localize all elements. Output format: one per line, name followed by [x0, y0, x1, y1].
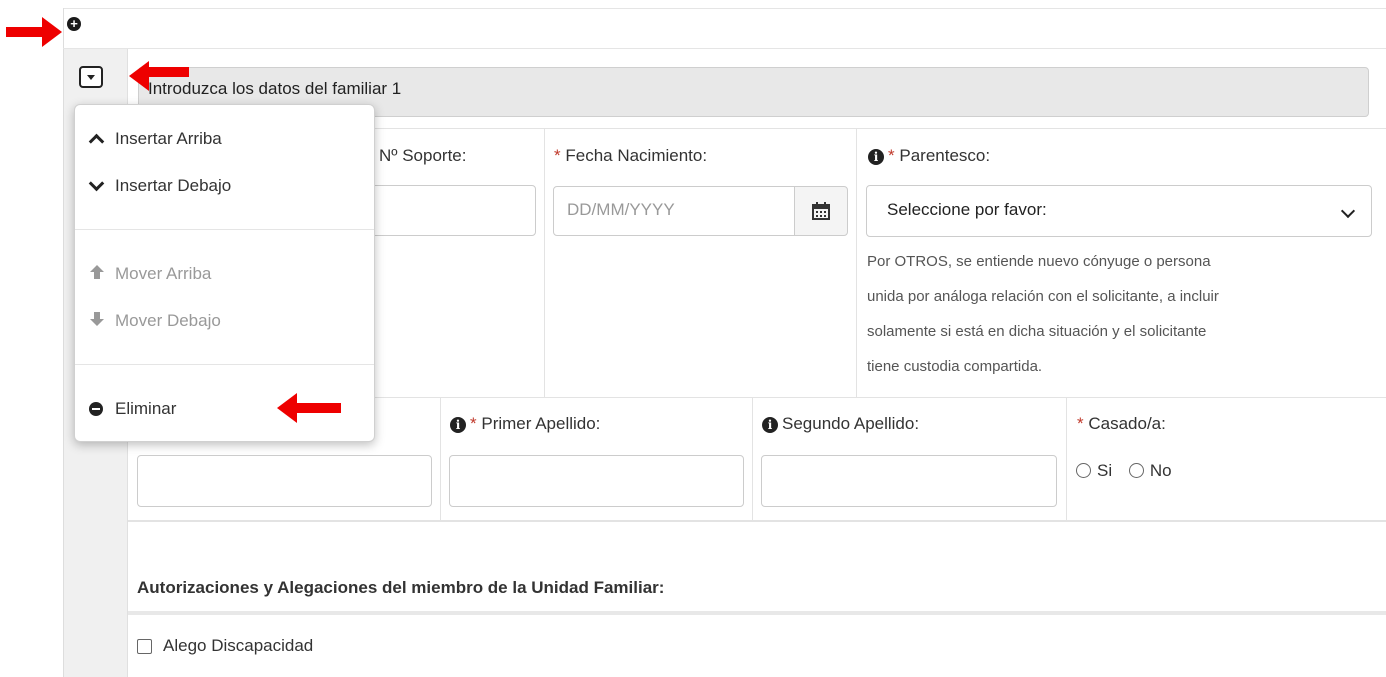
row-actions-menu: Insertar Arriba Insertar Debajo Mover Ar… — [74, 104, 375, 442]
fecha-nacimiento-label: * Fecha Nacimiento: — [554, 146, 707, 166]
help-line: unida por análoga relación con el solici… — [867, 288, 1219, 305]
menu-item-label: Insertar Arriba — [115, 129, 222, 148]
menu-divider — [75, 229, 374, 230]
required-mark: * — [1077, 414, 1084, 433]
parentesco-help-text: Por OTROS, se entiende nuevo cónyuge o p… — [867, 244, 1367, 384]
parentesco-select[interactable]: Seleccione por favor: — [866, 185, 1372, 237]
nombre-input[interactable] — [137, 455, 432, 507]
info-icon[interactable]: i — [762, 417, 778, 433]
parentesco-selected-value: Seleccione por favor: — [887, 200, 1047, 219]
calendar-icon — [812, 202, 830, 220]
menu-item-label: Insertar Debajo — [115, 176, 232, 195]
section-title: Autorizaciones y Alegaciones del miembro… — [137, 578, 665, 597]
menu-item-label: Mover Debajo — [115, 311, 221, 330]
info-icon[interactable]: i — [450, 417, 466, 433]
grid-line — [544, 129, 545, 397]
add-row-divider — [63, 48, 1386, 49]
arrow-up-icon — [87, 264, 107, 285]
help-line: Por OTROS, se entiende nuevo cónyuge o p… — [867, 253, 1211, 270]
required-mark: * — [888, 146, 895, 165]
casado-radio-group: Si No — [1076, 461, 1172, 481]
primer-apellido-label: i * Primer Apellido: — [450, 414, 600, 434]
segundo-apellido-text: Segundo Apellido: — [782, 414, 920, 433]
red-arrow-annotation — [6, 17, 62, 47]
primer-apellido-input[interactable] — [449, 455, 744, 507]
radio-no[interactable] — [1128, 463, 1144, 478]
segundo-apellido-label: i Segundo Apellido: — [762, 414, 919, 434]
chevron-down-icon — [1340, 203, 1356, 219]
info-icon[interactable]: i — [868, 149, 884, 165]
grid-line — [128, 520, 1386, 522]
grid-line — [752, 398, 753, 520]
red-arrow-annotation — [277, 393, 341, 423]
parentesco-text: Parentesco: — [899, 146, 991, 165]
row-actions-toggle-button[interactable] — [79, 66, 103, 88]
container-top-border — [63, 8, 1386, 9]
menu-item-move-down: Mover Debajo — [90, 311, 221, 331]
red-arrow-annotation — [129, 61, 189, 91]
required-mark: * — [470, 414, 477, 433]
arrow-down-icon — [87, 311, 107, 332]
parentesco-label: i * Parentesco: — [868, 146, 990, 166]
grid-line — [1066, 398, 1067, 520]
alego-discapacidad-label: Alego Discapacidad — [163, 636, 314, 655]
primer-apellido-text: Primer Apellido: — [481, 414, 601, 433]
fecha-nacimiento-input[interactable]: DD/MM/YYYY — [553, 186, 795, 236]
menu-divider — [75, 364, 374, 365]
radio-si-label: Si — [1097, 461, 1113, 480]
casado-text: Casado/a: — [1088, 414, 1166, 433]
calendar-button[interactable] — [794, 186, 848, 236]
help-line: solamente si está en dicha situación y e… — [867, 323, 1207, 340]
menu-item-insert-below[interactable]: Insertar Debajo — [88, 175, 232, 196]
menu-item-label: Mover Arriba — [115, 264, 212, 283]
caret-down-icon — [87, 75, 95, 80]
menu-item-delete[interactable]: Eliminar — [89, 399, 177, 419]
casado-label: * Casado/a: — [1077, 414, 1166, 434]
soporte-input[interactable] — [360, 185, 536, 236]
section-divider — [128, 611, 1386, 615]
alego-discapacidad-checkbox[interactable] — [137, 639, 152, 654]
menu-item-insert-above[interactable]: Insertar Arriba — [88, 129, 222, 150]
menu-item-move-up: Mover Arriba — [90, 264, 212, 284]
grid-line — [440, 398, 441, 520]
help-line: tiene custodia compartida. — [867, 358, 1043, 375]
soporte-label: Nº Soporte: — [379, 146, 467, 165]
required-mark: * — [554, 146, 561, 165]
add-member-plus-icon[interactable]: + — [67, 17, 81, 31]
grid-line — [856, 129, 857, 397]
fecha-nacimiento-text: Fecha Nacimiento: — [565, 146, 708, 165]
radio-no-label: No — [1149, 461, 1172, 480]
radio-si[interactable] — [1076, 463, 1091, 478]
menu-item-label: Eliminar — [115, 399, 177, 418]
segundo-apellido-input[interactable] — [761, 455, 1057, 507]
